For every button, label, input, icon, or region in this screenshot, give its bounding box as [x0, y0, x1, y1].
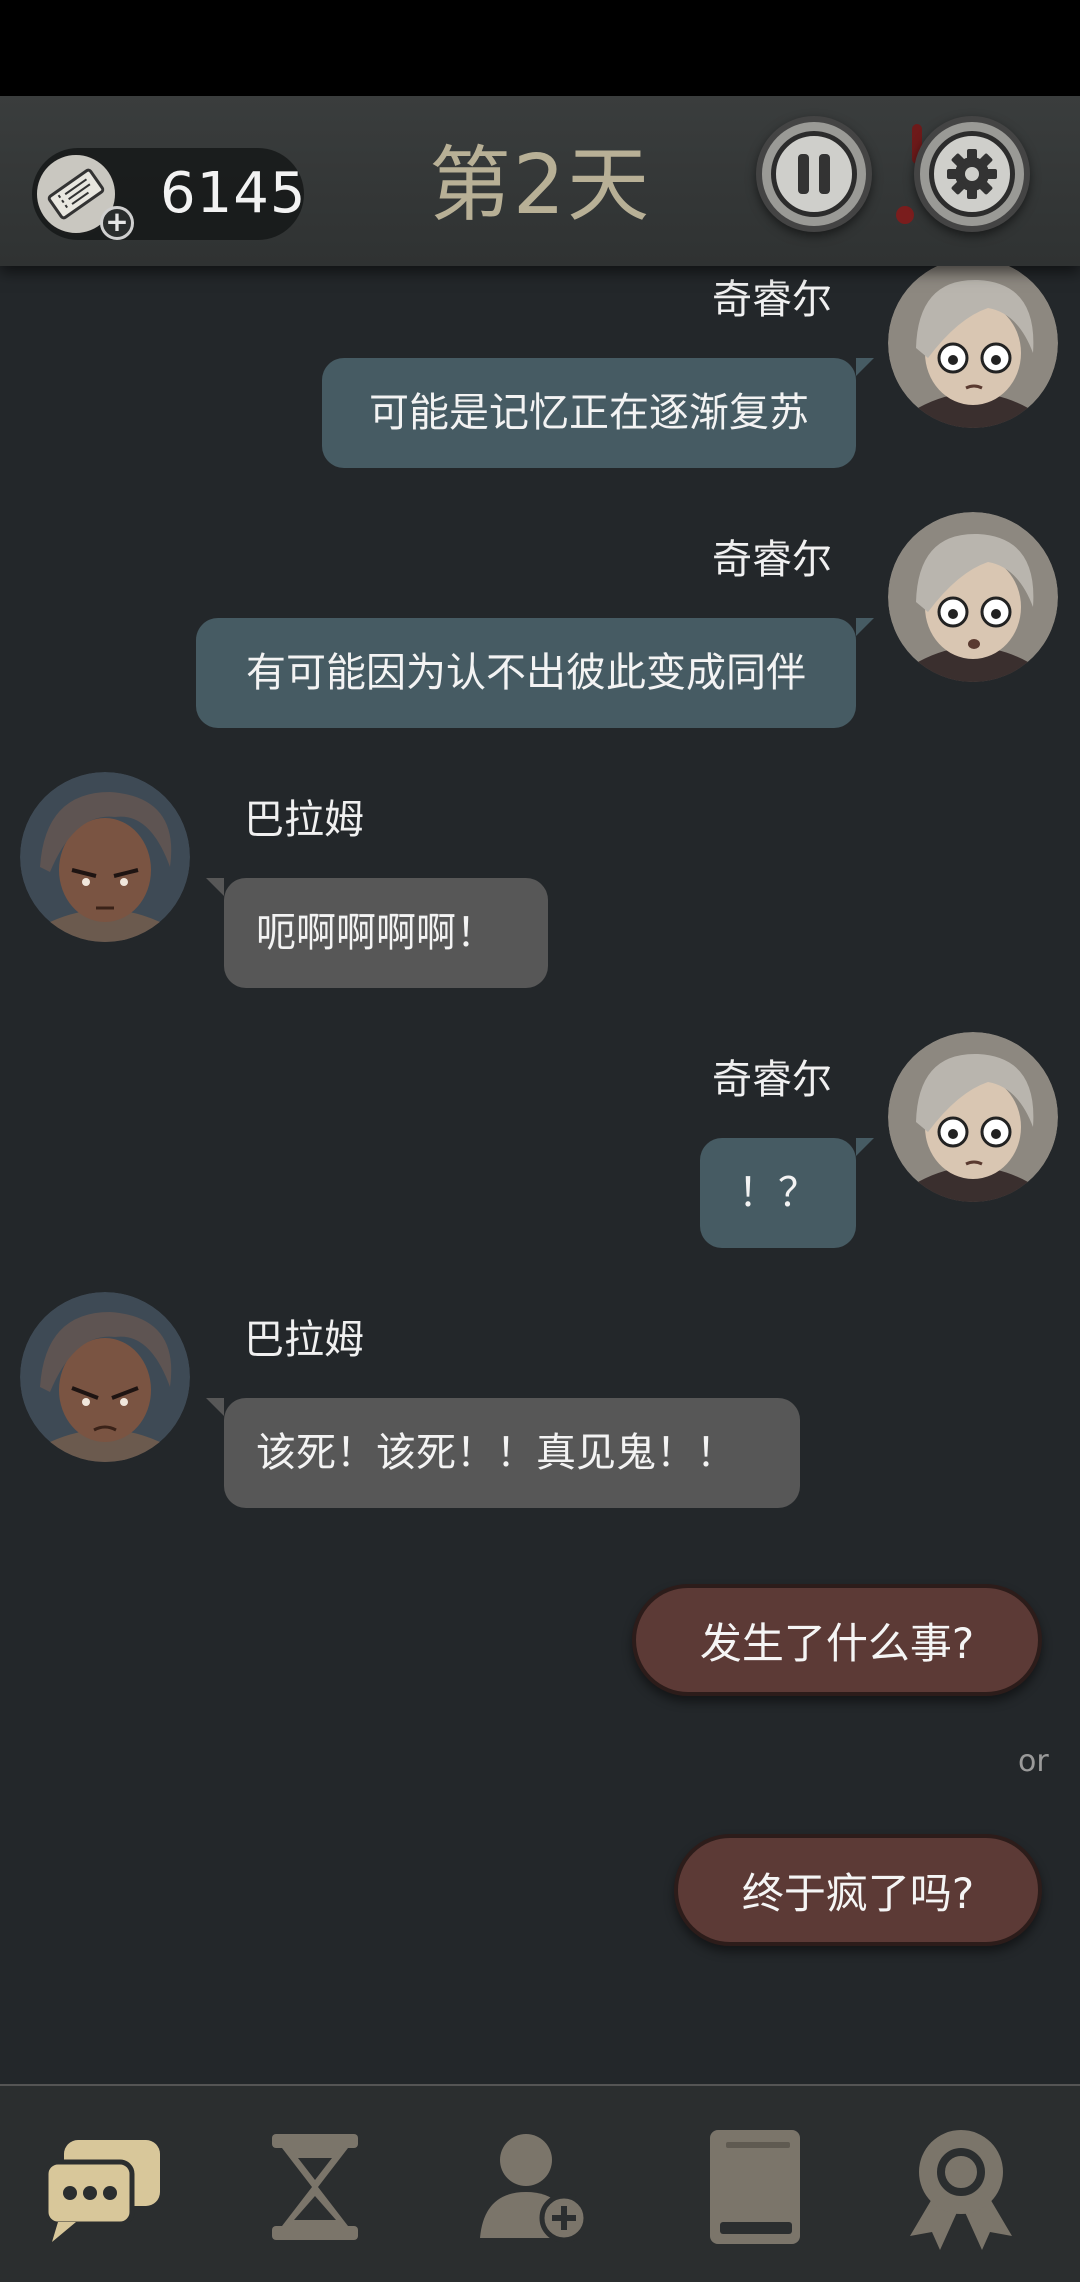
plus-icon[interactable]: +	[100, 206, 134, 240]
avatar-qiruier[interactable]	[888, 266, 1058, 428]
chat-bubbles-icon	[43, 2140, 160, 2242]
choice-separator: or	[1018, 1744, 1049, 1779]
chat-bubble: ！？	[700, 1138, 856, 1248]
sender-name: 奇睿尔	[712, 1057, 832, 1103]
avatar-balamu[interactable]	[20, 1292, 190, 1462]
chat-bubble: 有可能因为认不出彼此变成同伴	[196, 618, 856, 728]
status-bar	[0, 0, 1080, 96]
settings-button[interactable]	[914, 116, 1030, 232]
nav-achievements[interactable]	[896, 2122, 1026, 2252]
chat-bubble: 呃啊啊啊啊！	[224, 878, 548, 988]
ticket-count: 6145	[160, 161, 307, 226]
ticket-counter[interactable]: + 6145	[32, 148, 307, 240]
bubble-tail	[206, 878, 224, 896]
sender-name: 奇睿尔	[712, 277, 832, 323]
bubble-tail	[856, 358, 874, 376]
bottom-nav	[0, 2084, 1080, 2282]
sender-name: 奇睿尔	[712, 537, 832, 583]
day-title: 第2天	[428, 138, 652, 233]
award-ribbon-icon	[910, 2130, 1012, 2250]
chat-log[interactable]: 奇睿尔 可能是记忆正在逐渐复苏 奇睿尔 有可能因为认不出彼此变成同伴 巴拉姆 呃…	[0, 266, 1080, 2084]
chat-bubble: 可能是记忆正在逐渐复苏	[322, 358, 856, 468]
nav-chat[interactable]	[38, 2122, 168, 2252]
chat-bubble: 该死！该死！！真见鬼！！	[224, 1398, 800, 1508]
add-person-icon	[480, 2134, 589, 2243]
top-bar: + 6145 第2天	[0, 96, 1080, 266]
gear-icon	[947, 149, 997, 199]
bubble-tail	[206, 1398, 224, 1416]
pause-button[interactable]	[756, 116, 872, 232]
avatar-balamu[interactable]	[20, 772, 190, 942]
reply-choice-1[interactable]: 发生了什么事?	[632, 1584, 1042, 1696]
avatar-qiruier[interactable]	[888, 512, 1058, 682]
pause-icon	[798, 154, 830, 194]
sender-name: 巴拉姆	[244, 1317, 364, 1363]
reply-choice-2[interactable]: 终于疯了吗?	[674, 1834, 1042, 1946]
nav-characters[interactable]	[470, 2122, 600, 2252]
nav-time[interactable]	[250, 2122, 380, 2252]
bubble-tail	[856, 1138, 874, 1156]
nav-book[interactable]	[690, 2122, 820, 2252]
sender-name: 巴拉姆	[244, 797, 364, 843]
book-icon	[710, 2130, 800, 2244]
blood-splat-decoration	[896, 206, 914, 224]
bubble-tail	[856, 618, 874, 636]
avatar-qiruier[interactable]	[888, 1032, 1058, 1202]
hourglass-icon	[272, 2134, 358, 2240]
